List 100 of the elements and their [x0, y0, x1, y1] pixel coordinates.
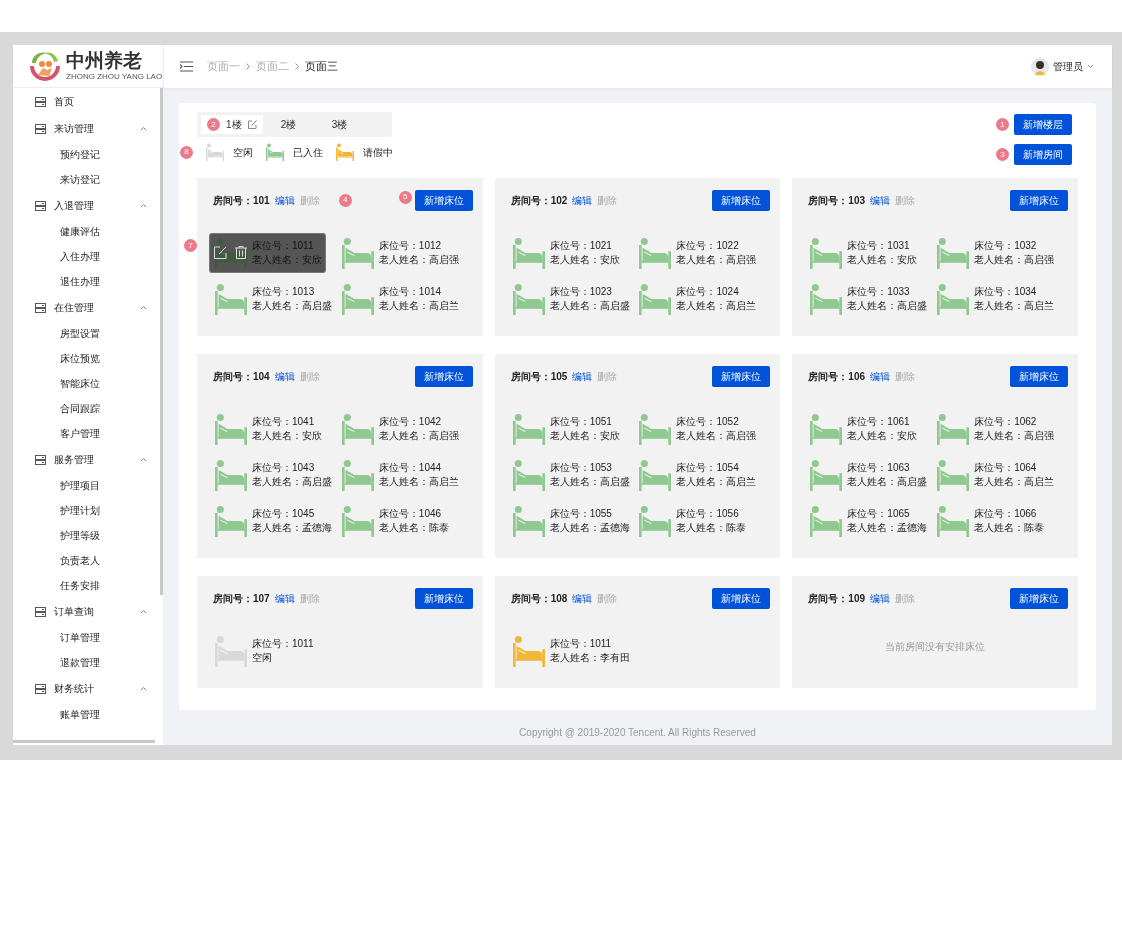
menu-item[interactable]: 财务统计 [13, 675, 163, 702]
bed-item[interactable]: 床位号：1044 老人姓名：高启兰 [339, 456, 467, 494]
floor-tab[interactable]: 2楼 [263, 115, 314, 134]
bed-item[interactable]: 床位号：1052 老人姓名：高启强 [637, 410, 765, 448]
submenu-item[interactable]: 客户管理 [13, 421, 163, 446]
add-bed-button[interactable]: 新增床位 [414, 587, 473, 609]
trash-icon[interactable] [235, 246, 247, 259]
bed-item[interactable]: 床位号：1046 老人姓名：陈泰 [339, 502, 467, 540]
submenu-item[interactable]: 床位预览 [13, 346, 163, 371]
bed-item[interactable]: 床位号：1042 老人姓名：高启强 [339, 410, 467, 448]
submenu-item[interactable]: 护理项目 [13, 473, 163, 498]
chevron-up-icon[interactable] [140, 686, 147, 691]
submenu-item[interactable]: 预约登记 [13, 142, 163, 167]
bed-item[interactable]: 床位号：1064 老人姓名：高启兰 [935, 456, 1062, 494]
submenu-item[interactable]: 订单管理 [13, 625, 163, 650]
resident-name: 老人姓名：高启强 [974, 429, 1055, 443]
bed-item[interactable]: 床位号：1032 老人姓名：高启强 [935, 234, 1062, 272]
submenu-item[interactable]: 护理计划 [13, 498, 163, 523]
bed-item[interactable]: 床位号：1053 老人姓名：高启盛 [510, 456, 638, 494]
menu-item[interactable]: 入退管理 [13, 192, 163, 219]
edit-link[interactable]: 编辑 [870, 590, 890, 606]
bed-item[interactable]: 床位号：1024 老人姓名：高启兰 [637, 280, 765, 318]
submenu-item[interactable]: 负责老人 [13, 548, 163, 573]
submenu-item[interactable]: 退款管理 [13, 650, 163, 675]
bed-item[interactable]: 床位号：1033 老人姓名：高启盛 [808, 280, 936, 318]
chevron-up-icon[interactable] [140, 457, 147, 462]
chevron-up-icon[interactable] [140, 126, 147, 131]
avatar-icon[interactable] [1031, 57, 1049, 76]
bed-number: 床位号：1066 [974, 507, 1038, 521]
bed-item[interactable]: 床位号：1061 老人姓名：安欣 [808, 410, 936, 448]
chevron-up-icon[interactable] [140, 609, 147, 614]
scrollbar[interactable] [13, 740, 155, 743]
bed-item[interactable]: 床位号：1063 老人姓名：高启盛 [808, 456, 936, 494]
floor-tab[interactable]: 2 1楼 [201, 115, 263, 134]
add-bed-button[interactable]: 新增床位 [712, 189, 771, 211]
edit-link[interactable]: 编辑 [572, 192, 593, 208]
submenu-item[interactable]: 账单管理 [13, 702, 163, 727]
add-bed-button[interactable]: 新增床位 [1010, 365, 1068, 387]
add-bed-button[interactable]: 新增床位 [1010, 189, 1068, 211]
menu-item[interactable]: 在住管理 [13, 294, 163, 321]
submenu-item[interactable]: 健康评估 [13, 219, 163, 244]
chevron-right-icon [295, 63, 299, 70]
bed-item[interactable]: 床位号：1023 老人姓名：高启盛 [510, 280, 638, 318]
submenu-item[interactable]: 智能床位 [13, 371, 163, 396]
bed-item[interactable]: 床位号：1056 老人姓名：陈泰 [637, 502, 765, 540]
submenu-item[interactable]: 入住办理 [13, 244, 163, 269]
submenu-item[interactable]: 任务安排 [13, 573, 163, 598]
bed-item[interactable]: 床位号：1022 老人姓名：高启强 [637, 234, 765, 272]
menu-item[interactable]: 来访管理 [13, 115, 163, 142]
bed-item[interactable]: 床位号：1013 老人姓名：高启盛 [213, 280, 340, 318]
menu-item[interactable]: 订单查询 [13, 598, 163, 625]
edit-link[interactable]: 编辑 [274, 192, 295, 208]
add-button[interactable]: 新增楼层 [1014, 114, 1072, 135]
chevron-up-icon[interactable] [140, 305, 147, 310]
submenu-item[interactable]: 退住办理 [13, 269, 163, 294]
bed-item[interactable]: 床位号：1021 老人姓名：安欣 [510, 234, 638, 272]
bed-item[interactable]: 床位号：1034 老人姓名：高启兰 [935, 280, 1062, 318]
bed-item[interactable]: 床位号：1066 老人姓名：陈泰 [935, 502, 1062, 540]
bed-item[interactable]: 床位号：1043 老人姓名：高启盛 [213, 456, 340, 494]
bed-item[interactable]: 床位号：1062 老人姓名：高启强 [935, 410, 1062, 448]
bed-item[interactable]: 床位号：1045 老人姓名：孟德海 [213, 502, 340, 540]
add-bed-button[interactable]: 新增床位 [414, 189, 473, 211]
bed-item[interactable]: 床位号：1011 空闲 [213, 632, 340, 670]
bed-item[interactable]: 床位号：1055 老人姓名：孟德海 [510, 502, 638, 540]
bed-item[interactable]: 床位号：1014 老人姓名：高启兰 [339, 280, 467, 318]
submenu-item[interactable]: 来访登记 [13, 167, 163, 192]
bed-item[interactable]: 床位号：1051 老人姓名：安欣 [510, 410, 638, 448]
breadcrumb-item[interactable]: 页面三 [305, 58, 338, 75]
bed-number: 床位号：1011 [252, 637, 314, 651]
bed-number: 床位号：1056 [676, 507, 740, 521]
submenu-item[interactable]: 合同跟踪 [13, 396, 163, 421]
submenu-item[interactable]: 护理等级 [13, 523, 163, 548]
bed-number: 床位号：1046 [378, 507, 443, 521]
bed-item[interactable]: 床位号：1012 老人姓名：高启强 [339, 234, 467, 272]
add-bed-button[interactable]: 新增床位 [1010, 587, 1068, 609]
edit-link[interactable]: 编辑 [870, 192, 890, 208]
bed-item[interactable]: 床位号：1054 老人姓名：高启兰 [637, 456, 765, 494]
edit-link[interactable]: 编辑 [870, 368, 890, 384]
bed-item[interactable]: 床位号：1065 老人姓名：孟德海 [808, 502, 936, 540]
add-button[interactable]: 新增房间 [1014, 144, 1072, 165]
edit-link[interactable]: 编辑 [274, 590, 295, 606]
bed-item[interactable]: 床位号：1011 老人姓名：李有田 [510, 632, 638, 670]
menu-icon[interactable] [180, 61, 193, 72]
edit-icon[interactable] [247, 120, 257, 129]
floor-tab[interactable]: 3楼 [314, 115, 365, 134]
user-name[interactable]: 管理员 [1053, 59, 1083, 74]
menu-item[interactable]: 服务管理 [13, 446, 163, 473]
edit-link[interactable]: 编辑 [572, 590, 593, 606]
chevron-down-icon[interactable] [1087, 64, 1094, 69]
submenu-item[interactable]: 房型设置 [13, 321, 163, 346]
add-bed-button[interactable]: 新增床位 [712, 365, 771, 387]
bed-item[interactable]: 床位号：1041 老人姓名：安欣 [213, 410, 340, 448]
edit-link[interactable]: 编辑 [274, 368, 295, 384]
scrollbar[interactable] [160, 88, 163, 595]
bed-item[interactable]: 床位号：1031 老人姓名：安欣 [808, 234, 936, 272]
menu-item[interactable]: 首页 [13, 88, 163, 115]
add-bed-button[interactable]: 新增床位 [712, 587, 771, 609]
add-bed-button[interactable]: 新增床位 [414, 365, 473, 387]
edit-link[interactable]: 编辑 [572, 368, 593, 384]
chevron-up-icon[interactable] [140, 203, 147, 208]
